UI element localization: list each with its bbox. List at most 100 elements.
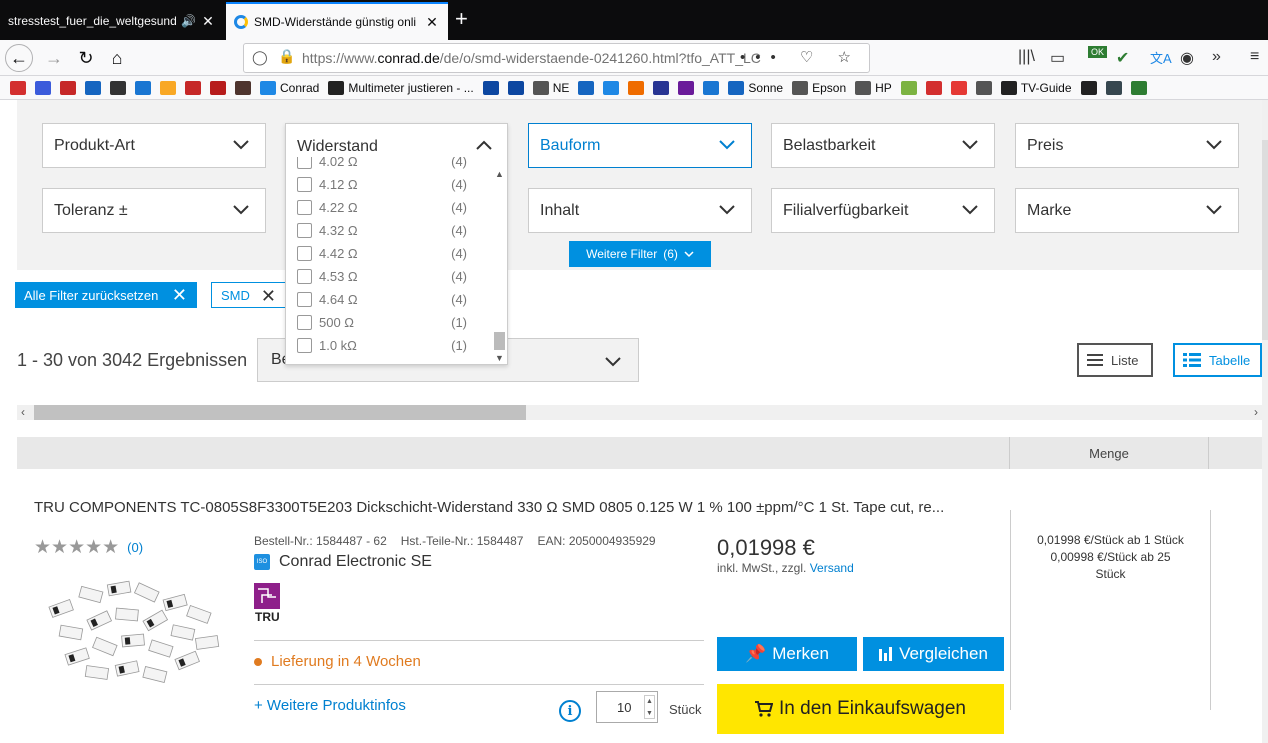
bookmark-item[interactable] — [1080, 80, 1097, 95]
bookmark-item[interactable] — [653, 80, 670, 95]
filter-marke[interactable]: Marke — [1015, 188, 1239, 233]
bookmark-item[interactable] — [235, 80, 251, 95]
scroll-thumb[interactable] — [494, 332, 505, 350]
lock-icon[interactable]: 🔒 — [278, 48, 295, 65]
menu-icon[interactable]: ≡ — [1250, 48, 1259, 66]
vergleichen-button[interactable]: Vergleichen — [863, 637, 1004, 671]
bookmark-item[interactable] — [110, 80, 126, 95]
filter-produkt-art[interactable]: Produkt-Art — [42, 123, 266, 168]
rating[interactable]: ★★★★★ (0) — [34, 536, 143, 559]
product-image[interactable] — [36, 575, 226, 695]
rating-count[interactable]: (0) — [127, 540, 143, 555]
checkbox[interactable] — [297, 245, 312, 261]
address-bar[interactable]: ◯ 🔒 https://www.conrad.de/de/o/smd-wider… — [243, 43, 870, 73]
bookmark-item[interactable] — [185, 80, 201, 95]
overflow-icon[interactable]: » — [1212, 48, 1221, 66]
checkbox[interactable] — [297, 222, 312, 238]
tab-stresstest[interactable]: stresstest_fuer_die_weltgesundh 🔊 ✕ — [0, 4, 224, 38]
bookmark-item[interactable] — [160, 80, 176, 95]
quantity-stepper[interactable]: 10 ▲ ▼ — [596, 691, 658, 723]
widerstand-option[interactable]: 4.02 Ω (4) — [297, 157, 467, 172]
bookmark-item[interactable]: Sonne — [728, 80, 783, 95]
bookmark-item[interactable] — [1130, 80, 1147, 95]
widerstand-option[interactable]: 4.12 Ω (4) — [297, 173, 467, 195]
bookmark-item[interactable] — [10, 80, 26, 95]
bookmark-item[interactable] — [628, 80, 645, 95]
filter-preis[interactable]: Preis — [1015, 123, 1239, 168]
widerstand-option[interactable]: 4.22 Ω (4) — [297, 196, 467, 218]
bookmark-item[interactable] — [85, 80, 101, 95]
bookmark-item[interactable]: Multimeter justieren - ... — [328, 80, 474, 95]
speaker-icon[interactable]: 🔊 — [181, 14, 196, 28]
filter-inhalt[interactable]: Inhalt — [528, 188, 752, 233]
bookmark-item[interactable]: NE — [532, 80, 569, 95]
bookmark-item[interactable] — [925, 80, 942, 95]
widerstand-option[interactable]: 4.53 Ω (4) — [297, 265, 467, 287]
info-icon[interactable]: i — [559, 700, 581, 722]
widerstand-option[interactable]: 4.64 Ω (4) — [297, 288, 467, 310]
scroll-thumb[interactable] — [1262, 140, 1268, 340]
sidebar-icon[interactable]: ▭ — [1050, 48, 1065, 68]
page-actions-icon[interactable]: ••• ♡ ☆ — [740, 48, 861, 66]
filter-belastbarkeit[interactable]: Belastbarkeit — [771, 123, 995, 168]
bookmark-item[interactable] — [678, 80, 695, 95]
account-icon[interactable]: ◉ — [1180, 48, 1194, 68]
view-liste-button[interactable]: Liste — [1077, 343, 1153, 377]
product-title[interactable]: TRU COMPONENTS TC-0805S8F3300T5E203 Dick… — [34, 499, 979, 516]
back-button[interactable]: ← — [5, 44, 33, 72]
bookmark-item[interactable] — [507, 80, 524, 95]
checkbox[interactable] — [297, 291, 312, 307]
shield-icon[interactable]: ◯ — [252, 49, 268, 66]
view-tabelle-button[interactable]: Tabelle — [1173, 343, 1262, 377]
widerstand-option[interactable]: 4.42 Ω (4) — [297, 242, 467, 264]
bookmark-item[interactable] — [135, 80, 151, 95]
bookmark-item[interactable] — [210, 80, 226, 95]
spinner-arrows-icon[interactable]: ▲ ▼ — [644, 695, 655, 719]
bookmark-item[interactable] — [60, 80, 76, 95]
bookmark-item[interactable]: Conrad — [260, 80, 319, 95]
bookmark-item[interactable] — [703, 80, 720, 95]
home-button[interactable]: ⌂ — [103, 44, 131, 72]
page-scrollbar[interactable] — [1262, 100, 1268, 743]
widerstand-option[interactable]: 4.32 Ω (4) — [297, 219, 467, 241]
versand-link[interactable]: Versand — [810, 561, 854, 575]
scroll-right-icon[interactable]: › — [1254, 405, 1258, 419]
tru-components-logo[interactable]: TRU — [254, 583, 290, 623]
tab-conrad[interactable]: SMD-Widerstände günstig onli ✕ — [226, 2, 448, 40]
widerstand-option[interactable]: 1.0 kΩ (1) — [297, 334, 467, 356]
horizontal-scrollbar[interactable]: ‹ › — [17, 405, 1262, 420]
dropdown-scrollbar[interactable]: ▲ ▼ — [492, 169, 506, 363]
forward-button[interactable]: → — [40, 44, 68, 72]
checkbox[interactable] — [297, 157, 312, 169]
library-icon[interactable]: |||\ — [1018, 48, 1035, 66]
checkbox[interactable] — [297, 337, 312, 353]
weitere-filter-button[interactable]: Weitere Filter (6) — [569, 241, 711, 267]
filter-filialverfuegbarkeit[interactable]: Filialverfügbarkeit — [771, 188, 995, 233]
checkbox[interactable] — [297, 176, 312, 192]
checkbox[interactable] — [297, 199, 312, 215]
merken-button[interactable]: 📌 Merken — [717, 637, 857, 671]
bookmark-item[interactable] — [900, 80, 917, 95]
bookmark-item[interactable] — [950, 80, 967, 95]
add-to-cart-button[interactable]: In den Einkaufswagen — [717, 684, 1004, 734]
widerstand-dropdown[interactable]: Widerstand 4.02 Ω (4) 4.12 Ω (4) 4.22 Ω (4) 4.… — [285, 123, 508, 365]
filter-bauform[interactable]: Bauform — [528, 123, 752, 168]
filter-toleranz[interactable]: Toleranz ± — [42, 188, 266, 233]
bookmark-item[interactable]: TV-Guide — [1000, 80, 1072, 95]
scroll-up-icon[interactable]: ▲ — [495, 169, 504, 179]
bookmark-item[interactable]: Epson — [792, 80, 846, 95]
bookmark-item[interactable]: HP — [855, 80, 892, 95]
close-icon[interactable]: ✕ — [261, 287, 276, 305]
translate-icon[interactable]: 文A — [1150, 48, 1172, 67]
widerstand-option[interactable]: 500 Ω (1) — [297, 311, 467, 333]
bookmark-item[interactable] — [975, 80, 992, 95]
reset-filters-button[interactable]: Alle Filter zurücksetzen ✕ — [15, 282, 197, 308]
close-tab-icon[interactable]: ✕ — [424, 14, 440, 31]
scroll-thumb[interactable] — [34, 405, 526, 420]
more-info-link[interactable]: + Weitere Produktinfos — [254, 697, 406, 714]
bookmark-item[interactable] — [578, 80, 595, 95]
close-tab-icon[interactable]: ✕ — [200, 13, 216, 30]
checkbox[interactable] — [297, 268, 312, 284]
bookmark-item[interactable] — [482, 80, 499, 95]
reload-button[interactable]: ↻ — [72, 44, 100, 72]
